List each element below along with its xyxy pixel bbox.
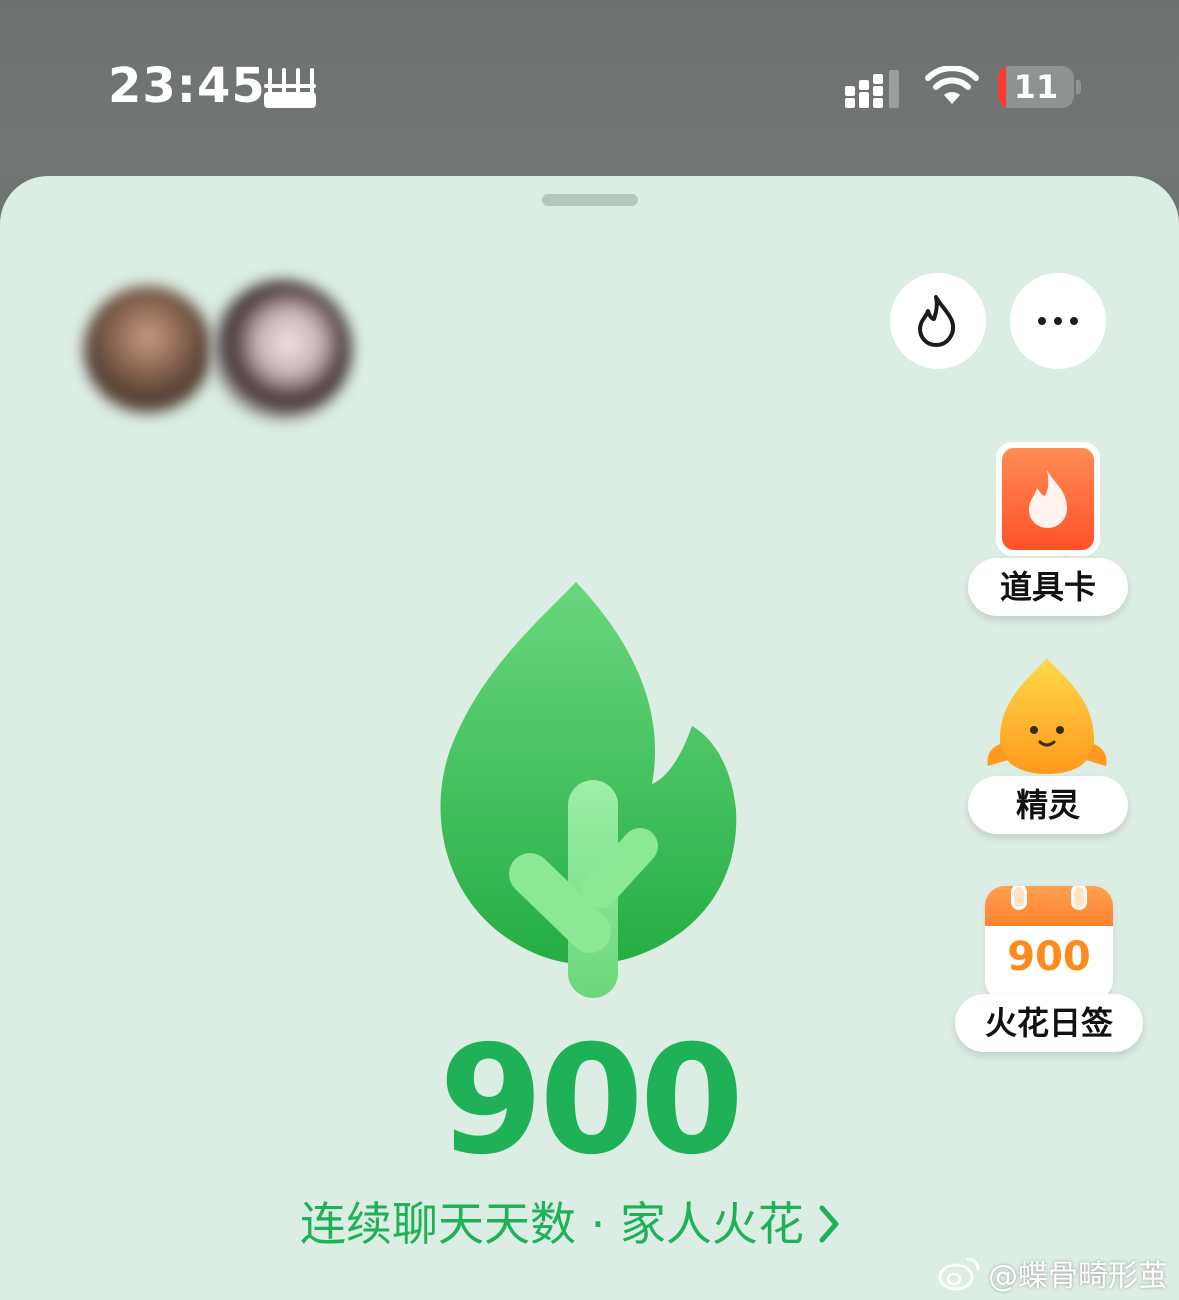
calendar-header bbox=[985, 886, 1113, 926]
app-badge-icon bbox=[264, 68, 316, 108]
weibo-logo-icon bbox=[938, 1257, 980, 1291]
battery-indicator: 11 bbox=[998, 66, 1074, 108]
drag-handle[interactable] bbox=[542, 194, 638, 206]
props-card-label: 道具卡 bbox=[968, 558, 1128, 616]
status-time: 23:45 bbox=[108, 58, 266, 114]
weibo-watermark: @蝶骨畸形茧 bbox=[938, 1250, 1168, 1296]
calendar-icon: 900 bbox=[985, 886, 1113, 1000]
watermark-text: @蝶骨畸形茧 bbox=[988, 1259, 1168, 1294]
green-sprout-flame-icon bbox=[440, 582, 737, 998]
spark-subtitle-text: 连续聊天天数 · 家人火花 bbox=[300, 1197, 804, 1251]
fire-button[interactable] bbox=[890, 273, 986, 369]
calendar-ring-right bbox=[1071, 886, 1087, 910]
chevron-right-icon bbox=[819, 1205, 839, 1243]
sprite-label: 精灵 bbox=[968, 776, 1128, 834]
spark-count: 900 bbox=[438, 1014, 744, 1188]
battery-percent: 11 bbox=[1013, 68, 1059, 106]
avatar-user-2[interactable] bbox=[212, 280, 352, 420]
sprite-icon bbox=[987, 658, 1107, 774]
more-button[interactable] bbox=[1010, 273, 1106, 369]
calendar-ring-left bbox=[1011, 886, 1027, 910]
spark-sheet: 道具卡 精灵 900 火花日签 900 连续聊天天数 · 家人火花 @蝶骨畸形茧 bbox=[0, 176, 1179, 1300]
more-dots-icon bbox=[1038, 317, 1078, 325]
battery-cap bbox=[1076, 80, 1081, 94]
status-bar: 23:45 11 bbox=[0, 0, 1179, 176]
wifi-icon bbox=[925, 66, 979, 104]
fire-outline-icon bbox=[918, 295, 955, 347]
prop-card-icon bbox=[996, 442, 1100, 556]
cellular-signal-icon bbox=[845, 70, 899, 108]
spark-subtitle-link[interactable]: 连续聊天天数 · 家人火花 bbox=[300, 1194, 840, 1254]
avatar-user-1[interactable] bbox=[84, 286, 212, 414]
calendar-number: 900 bbox=[1007, 934, 1091, 980]
flame-icon bbox=[1029, 470, 1067, 528]
